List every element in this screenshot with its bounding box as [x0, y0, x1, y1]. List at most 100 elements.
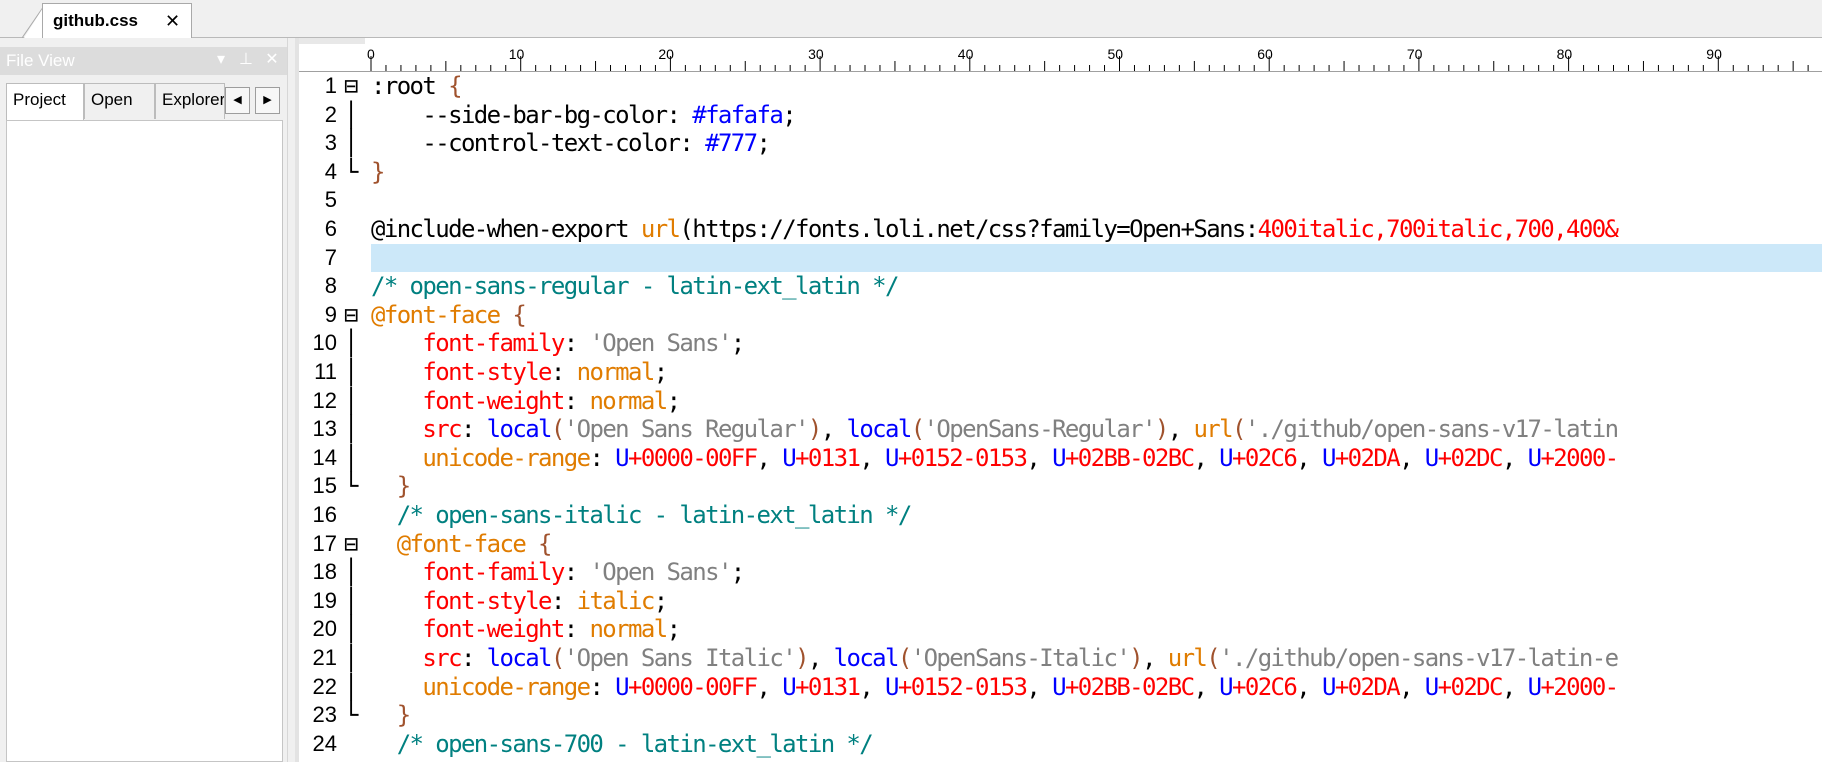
code-token: U — [615, 672, 629, 701]
code-line[interactable]: 16 /* open-sans-italic - latin-ext_latin… — [299, 501, 1822, 529]
code-token: , — [756, 443, 783, 472]
code-line[interactable]: 21 │ src: local('Open Sans Italic'), loca… — [299, 644, 1822, 672]
code-token: ( — [897, 644, 912, 672]
code-token: U — [885, 672, 899, 701]
code-token: U — [1219, 672, 1233, 701]
file-view-title: File View — [6, 51, 75, 70]
code-token: : — [563, 615, 590, 644]
code-line[interactable]: 17 ⊟ @font-face { — [299, 530, 1822, 558]
code-token: #777 — [705, 129, 758, 158]
line-number: 17 — [312, 530, 337, 556]
close-icon[interactable]: ✕ — [261, 49, 283, 69]
panel-splitter[interactable] — [287, 38, 295, 762]
code-token: local — [833, 644, 900, 672]
code-line[interactable]: 13 │ src: local('Open Sans Regular'), loc… — [299, 415, 1822, 443]
file-view-panel: File View ▾ ⊥ ✕ Project Open Explorer ◀ … — [0, 38, 287, 762]
code-line[interactable]: 12 │ font-weight: normal; — [299, 387, 1822, 415]
code-line[interactable]: 24 /* open-sans-700 - latin-ext_latin */ — [299, 730, 1822, 758]
code-token: U — [1527, 443, 1542, 472]
code-token: { — [512, 300, 526, 329]
tab-project[interactable]: Project — [6, 83, 84, 122]
code-token: ) — [1154, 415, 1169, 444]
code-token: , — [1167, 415, 1194, 444]
tab-github-css[interactable]: github.css ✕ — [42, 3, 192, 38]
code-token: ) — [1129, 644, 1143, 672]
code-text: --side-bar-bg-color: #fafafa; — [371, 100, 796, 129]
chevron-right-icon[interactable]: ▶ — [255, 87, 280, 114]
code-token: U — [1424, 443, 1439, 472]
code-text: font-style: normal; — [371, 358, 668, 386]
code-line[interactable]: 15 └ } — [299, 472, 1822, 500]
code-line[interactable]: 23 └ } — [299, 701, 1822, 729]
code-text: font-style: italic; — [371, 587, 668, 615]
code-line[interactable]: 10 │ font-family: 'Open Sans'; — [299, 329, 1822, 357]
code-line[interactable]: 3 │ --control-text-color: #777; — [299, 129, 1822, 157]
line-number: 24 — [312, 730, 337, 756]
code-line[interactable]: 14 │ unicode-range: U+0000-00FF, U+0131, … — [299, 444, 1822, 472]
file-view-tabs: Project Open Explorer ◀ ▶ — [0, 83, 287, 122]
pin-icon[interactable]: ⊥ — [235, 49, 257, 69]
fold-toggle-icon[interactable]: ⊟ — [344, 530, 358, 558]
code-token: , — [1501, 672, 1528, 701]
code-token: : — [563, 386, 590, 415]
code-token: ( — [550, 415, 565, 444]
code-token: @font-face — [371, 529, 539, 558]
line-number: 22 — [312, 673, 337, 699]
code-line[interactable]: 1 ⊟ :root { — [299, 72, 1822, 100]
code-token: +02BB-02BC — [1064, 443, 1195, 472]
code-line[interactable]: 8 /* open-sans-regular - latin-ext_latin … — [299, 272, 1822, 300]
code-token: font-weight — [371, 615, 565, 644]
code-line[interactable]: 7 — [299, 244, 1822, 272]
code-text: /* open-sans-700 - latin-ext_latin */ — [371, 729, 874, 758]
fold-line: │ — [344, 672, 359, 701]
code-line[interactable]: 18 │ font-family: 'Open Sans'; — [299, 558, 1822, 586]
code-token: url — [1167, 644, 1208, 672]
tab-explorer[interactable]: Explorer — [155, 83, 225, 119]
code-line[interactable]: 22 │ unicode-range: U+0000-00FF, U+0131, … — [299, 673, 1822, 701]
code-line[interactable]: 4 └} — [299, 158, 1822, 186]
line-number: 8 — [324, 273, 337, 299]
code-text: :root { — [371, 72, 463, 100]
code-text: } — [371, 158, 385, 186]
chevron-left-icon[interactable]: ◀ — [225, 87, 250, 114]
code-line[interactable]: 9 ⊟ @font-face { — [299, 301, 1822, 329]
ruler-label: 80 — [1557, 46, 1573, 62]
code-token: : — [589, 443, 616, 472]
code-token: local — [846, 415, 912, 444]
code-line[interactable]: 6 @include-when-export url(https://fonts.… — [299, 215, 1822, 243]
code-token: ) — [807, 415, 822, 444]
code-text: } — [371, 701, 411, 729]
code-token: , — [1399, 443, 1425, 472]
code-line[interactable]: 2 │ --side-bar-bg-color: #fafafa; — [299, 101, 1822, 129]
code-text: font-weight: normal; — [371, 615, 681, 644]
chevron-down-icon[interactable]: ▾ — [210, 49, 232, 69]
code-token: unicode-range — [371, 672, 591, 701]
code-text: @include-when-export url(https://fonts.l… — [371, 215, 1619, 243]
ruler-label: 30 — [808, 46, 824, 62]
line-number: 3 — [324, 130, 337, 156]
code-token: font-family — [371, 329, 565, 358]
fold-toggle-icon[interactable]: ⊟ — [344, 72, 358, 100]
project-tree[interactable] — [6, 120, 283, 762]
code-token: +02C6 — [1232, 672, 1298, 701]
code-token: ) — [795, 644, 809, 672]
code-line[interactable]: 11 │ font-style: normal; — [299, 358, 1822, 386]
code-token: U — [1219, 443, 1233, 472]
code-line[interactable]: 20 │ font-weight: normal; — [299, 615, 1822, 643]
code-text: /* open-sans-regular - latin-ext_latin *… — [371, 272, 899, 300]
code-token: : — [460, 644, 487, 672]
code-line[interactable]: 5 — [299, 186, 1822, 214]
code-token: ; — [782, 100, 796, 129]
code-token: @include-when-export — [371, 215, 641, 243]
code-token: font-style — [371, 358, 552, 386]
code-editor[interactable]: 0 10 20 30 40 50 60 70 80 90 1 ⊟:root {2 │ --side-b… — [299, 38, 1822, 762]
code-line[interactable]: 19 │ font-style: italic; — [299, 587, 1822, 615]
tab-open[interactable]: Open — [84, 83, 155, 119]
code-token: 'Open Sans' — [589, 558, 732, 587]
fold-toggle-icon[interactable]: ⊟ — [344, 301, 358, 329]
code-token: /* open-sans-700 - latin-ext_latin */ — [371, 729, 874, 758]
code-token: './github/open-sans-v17-latin — [1244, 415, 1619, 444]
tab-close-icon[interactable]: ✕ — [165, 11, 180, 31]
tab-project-label: Project — [13, 90, 66, 109]
line-number: 1 — [324, 73, 337, 98]
